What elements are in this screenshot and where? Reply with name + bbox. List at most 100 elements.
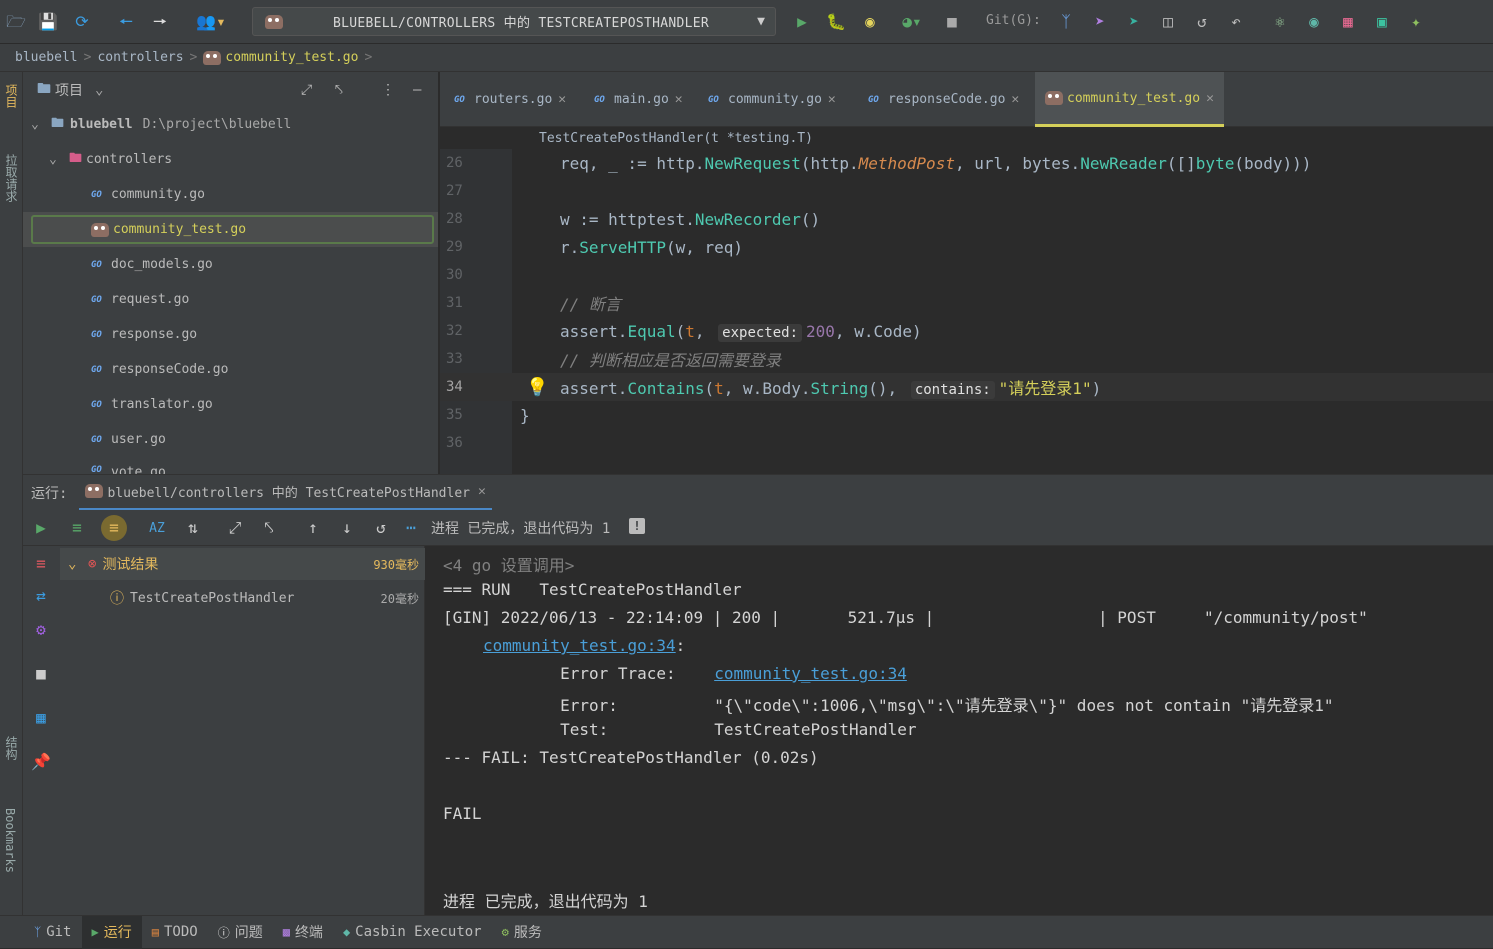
console-output[interactable]: <4 go 设置调用> === RUN TestCreatePostHandle… — [426, 546, 1493, 915]
code-line[interactable]: 30 — [440, 261, 1493, 289]
test-history-icon[interactable]: ↺ — [371, 518, 391, 538]
sort-duration-icon[interactable]: ⇅ — [183, 518, 203, 538]
tree-file[interactable]: GO response.go — [23, 317, 438, 352]
sort-alpha-icon[interactable]: AZ — [147, 518, 167, 538]
code-line[interactable]: 33 // 判断相应是否返回需要登录 — [440, 345, 1493, 373]
alert-icon[interactable]: ! — [629, 518, 645, 534]
bookmarks-tool-tab[interactable]: Bookmarks — [3, 808, 17, 873]
users-dropdown-icon[interactable]: 👥▾ — [194, 12, 228, 32]
git-commit-icon[interactable]: ➤ — [1124, 12, 1144, 32]
structure-tool-tab[interactable]: 结构 — [3, 736, 20, 760]
show-ignored-icon[interactable]: ≡ — [101, 515, 127, 541]
forward-arrow-icon[interactable]: 🠖 — [150, 12, 170, 32]
tab-community-test[interactable]: community_test.go ✕ — [1035, 72, 1224, 127]
source-link[interactable]: community_test.go:34 — [714, 664, 907, 683]
code-line[interactable]: 36 — [440, 429, 1493, 457]
rollback-icon[interactable]: ↶ — [1226, 12, 1246, 32]
code-line[interactable]: 32 assert.Equal(t, expected: 200, w.Code) — [440, 317, 1493, 345]
more-icon[interactable]: ⋯ — [401, 518, 421, 538]
test-child-row[interactable]: ⓘ TestCreatePostHandler 20毫秒 — [60, 582, 425, 614]
bottom-tab-terminal[interactable]: ▩ 终端 — [273, 916, 333, 949]
run-configuration-select[interactable]: BLUEBELL/CONTROLLERS 中的 TESTCREATEPOSTHA… — [252, 7, 776, 36]
next-failure-icon[interactable]: ↓ — [337, 518, 357, 538]
close-icon[interactable]: ✕ — [1011, 92, 1019, 107]
tree-file[interactable]: GO request.go — [23, 282, 438, 317]
tab-routers[interactable]: GO routers.go ✕ — [444, 72, 576, 127]
tree-file[interactable]: GO doc_models.go — [23, 247, 438, 282]
tree-file[interactable]: GO responseCode.go — [23, 352, 438, 387]
lightbulb-icon[interactable]: 💡 — [526, 377, 548, 398]
code-line[interactable]: 31 // 断言 — [440, 289, 1493, 317]
grid-app-icon[interactable]: ▦ — [1338, 12, 1358, 32]
bottom-tab-git[interactable]: ᛉ Git — [24, 916, 82, 949]
git-push-icon[interactable]: ➤ — [1090, 12, 1110, 32]
bottom-tab-run[interactable]: ▶ 运行 — [81, 915, 142, 949]
sync-icon[interactable]: ⟳ — [72, 12, 92, 32]
project-tool-tab[interactable]: 项目 — [3, 84, 20, 108]
plugin-circle-icon[interactable]: ◉ — [1304, 12, 1324, 32]
bottom-tab-problems[interactable]: ⓘ 问题 — [208, 916, 273, 949]
puzzle-icon[interactable]: ✦ — [1406, 12, 1426, 32]
layout-icon[interactable]: ▦ — [31, 708, 51, 728]
close-icon[interactable]: ✕ — [558, 92, 566, 107]
code-line[interactable]: 29 r.ServeHTTP(w, req) — [440, 233, 1493, 261]
collapse-all-icon[interactable]: ⤣ — [335, 82, 343, 98]
project-header-label[interactable]: 项目 — [55, 80, 83, 100]
show-passed-icon[interactable]: ≡ — [67, 518, 87, 538]
run-icon[interactable]: ▶ — [792, 12, 812, 32]
run-tab[interactable]: bluebell/controllers 中的 TestCreatePostHa… — [79, 475, 492, 511]
rerun-icon[interactable]: ▶ — [31, 518, 51, 538]
tab-community[interactable]: GO community.go ✕ — [698, 72, 846, 127]
code-editor[interactable]: TestCreatePostHandler(t *testing.T) 26 r… — [440, 127, 1493, 474]
tree-file[interactable]: GO vote.go — [23, 457, 438, 474]
source-link[interactable]: community_test.go:34 — [483, 636, 676, 655]
code-line-current[interactable]: 34 💡 assert.Contains(t, w.Body.String(),… — [440, 373, 1493, 401]
previous-failure-icon[interactable]: ↑ — [303, 518, 323, 538]
folder-open-icon[interactable]: 🗁 — [6, 12, 26, 32]
stop-square-icon[interactable]: ■ — [31, 664, 51, 684]
code-line[interactable]: 35 } — [440, 401, 1493, 429]
atom-icon[interactable]: ⚛ — [1270, 12, 1290, 32]
code-line[interactable]: 26 req, _ := http.NewRequest(http.Method… — [440, 149, 1493, 177]
expand-all-icon[interactable]: ⤢ — [225, 518, 245, 538]
chevron-down-icon[interactable]: ⌄ — [95, 82, 103, 98]
tab-main[interactable]: GO main.go ✕ — [584, 72, 693, 127]
clear-icon[interactable]: ≡ — [31, 554, 51, 574]
code-line[interactable]: 28 w := httptest.NewRecorder() — [440, 205, 1493, 233]
close-icon[interactable]: ✕ — [675, 92, 683, 107]
expand-all-icon[interactable]: ⤢ — [301, 82, 312, 98]
close-icon[interactable]: ✕ — [828, 92, 836, 107]
bottom-tab-casbin[interactable]: ◆ Casbin Executor — [333, 916, 492, 949]
debug-icon[interactable]: 🐛 — [826, 12, 846, 32]
test-root-row[interactable]: ⌄ ⊗ 测试结果 930毫秒 — [60, 548, 425, 580]
bottom-tab-todo[interactable]: ▤ TODO — [142, 916, 208, 949]
stop-icon[interactable]: ■ — [942, 12, 962, 32]
save-icon[interactable]: 💾 — [38, 12, 58, 32]
pull-requests-tool-tab[interactable]: 拉取请求 — [3, 154, 20, 202]
toggle-icon[interactable]: ⇄ — [31, 586, 51, 606]
git-branch-icon[interactable]: ᛉ — [1056, 12, 1076, 32]
coverage-icon[interactable]: ◉ — [860, 12, 880, 32]
tree-folder-controllers[interactable]: ⌄ 🖿 controllers — [23, 142, 438, 177]
sticky-function-header[interactable]: TestCreatePostHandler(t *testing.T) — [440, 127, 1493, 149]
breadcrumb-item-bluebell[interactable]: bluebell — [15, 50, 78, 65]
code-line[interactable]: 27 — [440, 177, 1493, 205]
more-options-icon[interactable]: ⋮ — [381, 82, 395, 98]
tree-file-selected[interactable]: community_test.go — [23, 212, 438, 247]
close-icon[interactable]: ✕ — [478, 484, 486, 499]
tree-file[interactable]: GO translator.go — [23, 387, 438, 422]
tree-file[interactable]: GO user.go — [23, 422, 438, 457]
breadcrumb-item-controllers[interactable]: controllers — [97, 50, 183, 65]
collapse-all-icon[interactable]: ⤣ — [259, 518, 279, 538]
hide-panel-icon[interactable]: — — [413, 82, 421, 98]
pin-icon[interactable]: 📌 — [31, 752, 51, 772]
close-icon[interactable]: ✕ — [1206, 91, 1214, 106]
jetbrains-icon[interactable]: ▣ — [1372, 12, 1392, 32]
history-icon[interactable]: ↺ — [1192, 12, 1212, 32]
tab-responsecode[interactable]: GO responseCode.go ✕ — [858, 72, 1029, 127]
settings-gear-icon[interactable]: ⚙ — [31, 620, 51, 640]
compare-icon[interactable]: ◫ — [1158, 12, 1178, 32]
breadcrumb-item-file[interactable]: community_test.go — [225, 50, 358, 65]
tree-file[interactable]: GO community.go — [23, 177, 438, 212]
tree-root[interactable]: ⌄ 🖿 bluebell D:\project\bluebell — [23, 107, 438, 142]
